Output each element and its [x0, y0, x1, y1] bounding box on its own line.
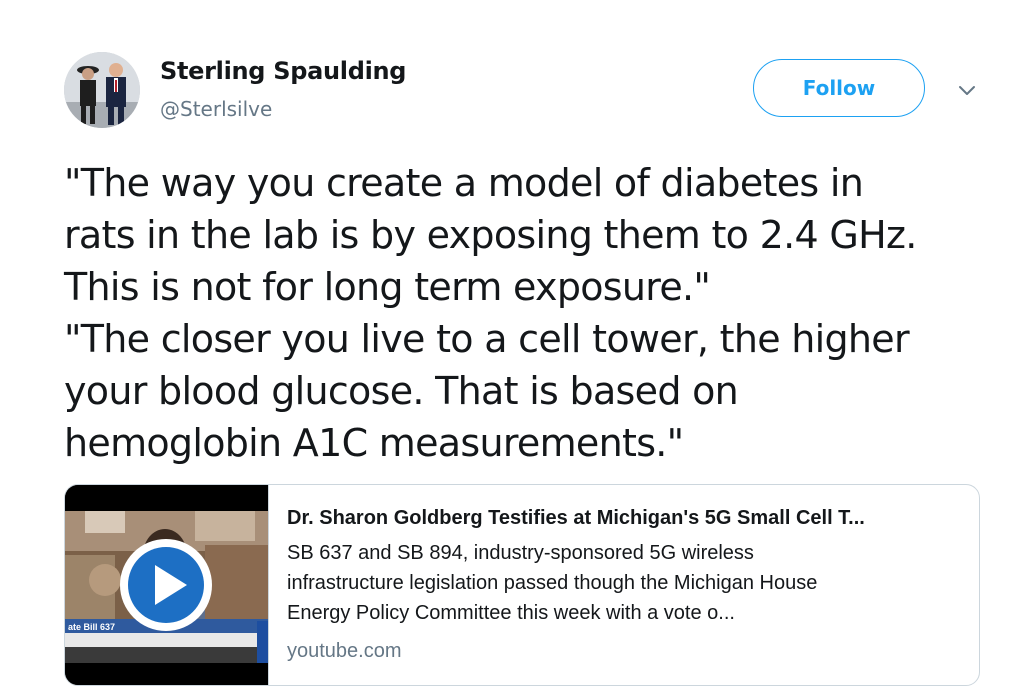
chevron-down-icon [959, 86, 975, 95]
card-description-line: Energy Policy Committee this week with a… [287, 602, 735, 624]
card-description-line: infrastructure legislation passed though… [287, 572, 818, 594]
thumbnail-caption: ate Bill 637 [68, 622, 115, 632]
video-thumbnail[interactable]: ate Bill 637 [65, 485, 269, 685]
card-description: SB 637 and SB 894, industry-sponsored 5G… [287, 538, 967, 628]
card-description-line: SB 637 and SB 894, industry-sponsored 5G… [287, 542, 754, 564]
author-name[interactable]: Sterling Spaulding [160, 57, 407, 85]
more-options-button[interactable] [955, 82, 979, 100]
card-content[interactable]: Dr. Sharon Goldberg Testifies at Michiga… [287, 503, 967, 666]
link-preview-card[interactable]: ate Bill 637 Dr. Sharon Goldberg Testifi… [64, 484, 980, 686]
follow-button[interactable]: Follow [753, 59, 925, 117]
tweet-text-line: your blood glucose. That is based on [64, 369, 739, 413]
tweet-text-line: hemoglobin A1C measurements." [64, 421, 684, 465]
author-avatar[interactable] [64, 52, 140, 128]
tweet-text-line: This is not for long term exposure." [64, 265, 711, 309]
card-title[interactable]: Dr. Sharon Goldberg Testifies at Michiga… [287, 503, 967, 533]
tweet-text-line: "The way you create a model of diabetes … [64, 161, 864, 205]
card-domain: youtube.com [287, 640, 402, 662]
avatar-photo-icon [64, 52, 140, 128]
author-handle[interactable]: @Sterlsilve [160, 97, 272, 121]
tweet-container: Sterling Spaulding @Sterlsilve Follow "T… [0, 0, 1024, 695]
tweet-text-line: "The closer you live to a cell tower, th… [64, 317, 910, 361]
tweet-text-line: rats in the lab is by exposing them to 2… [64, 213, 917, 257]
tweet-text: "The way you create a model of diabetes … [64, 157, 1014, 469]
